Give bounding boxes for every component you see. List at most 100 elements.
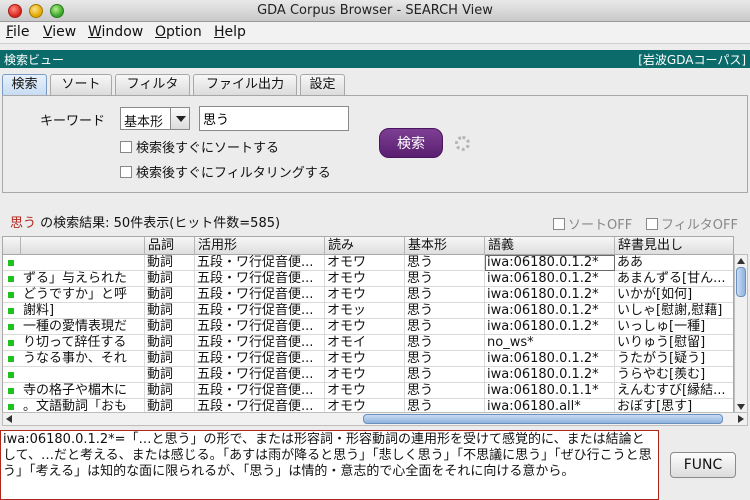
- column-header-pos[interactable]: 品詞: [145, 237, 195, 255]
- cell-sense[interactable]: iwa:06180.0.1.2*: [485, 367, 615, 383]
- column-header-context[interactable]: [21, 237, 145, 255]
- cell-pos[interactable]: 動詞: [145, 367, 195, 383]
- cell-pos[interactable]: 動詞: [145, 287, 195, 303]
- menu-option[interactable]: Option: [155, 24, 202, 40]
- cell-conjugation[interactable]: 五段・ワ行促音便...: [195, 319, 325, 335]
- cell-reading[interactable]: オモウ: [325, 367, 405, 383]
- cell-reading[interactable]: オモウ: [325, 351, 405, 367]
- table-row[interactable]: 一種の愛情表現だ 動詞 五段・ワ行促音便... オモウ 思う iwa:06180.0.1.…: [3, 319, 733, 335]
- cell-sense[interactable]: iwa:06180.0.1.2*: [485, 351, 615, 367]
- vertical-scroll-thumb[interactable]: [736, 267, 746, 297]
- cell-reading[interactable]: オモッ: [325, 303, 405, 319]
- cell-context[interactable]: 一種の愛情表現だ: [21, 319, 145, 335]
- cell-pos[interactable]: 動詞: [145, 319, 195, 335]
- cell-conjugation[interactable]: 五段・ワ行促音便...: [195, 351, 325, 367]
- column-header-base-form[interactable]: 基本形: [405, 237, 485, 255]
- cell-base-form[interactable]: 思う: [405, 351, 485, 367]
- cell-base-form[interactable]: 思う: [405, 303, 485, 319]
- cell-sense[interactable]: iwa:06180.0.1.2*: [485, 319, 615, 335]
- cell-sense[interactable]: iwa:06180.0.1.2*: [485, 287, 615, 303]
- cell-context[interactable]: どうですか」と呼: [21, 287, 145, 303]
- match-mode-select[interactable]: 基本形: [120, 107, 190, 130]
- scroll-right-icon[interactable]: [738, 415, 744, 423]
- scroll-down-icon[interactable]: [737, 404, 745, 410]
- scroll-up-icon[interactable]: [737, 258, 745, 264]
- cell-dict-entry[interactable]: うたがう[疑う]: [615, 351, 733, 367]
- horizontal-scrollbar[interactable]: [2, 412, 748, 426]
- menu-file[interactable]: File: [6, 24, 29, 40]
- cell-base-form[interactable]: 思う: [405, 335, 485, 351]
- cell-base-form[interactable]: 思う: [405, 255, 485, 271]
- table-row[interactable]: うなる事か、それ 動詞 五段・ワ行促音便... オモウ 思う iwa:06180.0.1.…: [3, 351, 733, 367]
- cell-sense[interactable]: iwa:06180.0.1.1*: [485, 383, 615, 399]
- cell-sense[interactable]: iwa:06180.0.1.2*: [485, 271, 615, 287]
- tab-settings[interactable]: 設定: [300, 74, 345, 95]
- cell-dict-entry[interactable]: ああ: [615, 255, 733, 271]
- cell-reading[interactable]: オモウ: [325, 271, 405, 287]
- tab-search[interactable]: 検索: [2, 74, 47, 95]
- table-row[interactable]: り切って辞任する 動詞 五段・ワ行促音便... オモイ 思う no_ws* いりゅう[慰留]: [3, 335, 733, 351]
- horizontal-scroll-thumb[interactable]: [363, 414, 723, 424]
- cell-pos[interactable]: 動詞: [145, 335, 195, 351]
- cell-pos[interactable]: 動詞: [145, 303, 195, 319]
- cell-dict-entry[interactable]: あまんずる[甘ん...: [615, 271, 733, 287]
- tab-filter[interactable]: フィルタ: [115, 74, 190, 95]
- cell-base-form[interactable]: 思う: [405, 287, 485, 303]
- keyword-input[interactable]: [199, 106, 349, 131]
- cell-reading[interactable]: オモウ: [325, 287, 405, 303]
- cell-base-form[interactable]: 思う: [405, 383, 485, 399]
- column-header-dict-entry[interactable]: 辞書見出し: [615, 237, 733, 255]
- tab-file-output[interactable]: ファイル出力: [193, 74, 297, 95]
- cell-reading[interactable]: オモウ: [325, 319, 405, 335]
- cell-base-form[interactable]: 思う: [405, 271, 485, 287]
- cell-sense[interactable]: iwa:06180.0.1.2*: [485, 255, 615, 271]
- cell-conjugation[interactable]: 五段・ワ行促音便...: [195, 303, 325, 319]
- sort-off-checkbox[interactable]: ソートOFF: [553, 214, 632, 233]
- cell-conjugation[interactable]: 五段・ワ行促音便...: [195, 255, 325, 271]
- cell-context[interactable]: ずる」与えられた: [21, 271, 145, 287]
- cell-dict-entry[interactable]: いっしゅ[一種]: [615, 319, 733, 335]
- sort-after-search-checkbox[interactable]: 検索後すぐにソートする: [120, 137, 279, 156]
- table-row[interactable]: 動詞 五段・ワ行促音便... オモワ 思う iwa:06180.0.1.2* ああ: [3, 255, 733, 271]
- table-row[interactable]: 寺の格子や楣木に 動詞 五段・ワ行促音便... オモウ 思う iwa:06180.0.1.…: [3, 383, 733, 399]
- cell-context[interactable]: [21, 367, 145, 383]
- table-row[interactable]: 動詞 五段・ワ行促音便... オモウ 思う iwa:06180.0.1.2* うらやむ[羨…: [3, 367, 733, 383]
- menu-window[interactable]: Window: [88, 24, 143, 40]
- cell-context[interactable]: うなる事か、それ: [21, 351, 145, 367]
- cell-reading[interactable]: オモワ: [325, 255, 405, 271]
- cell-context[interactable]: 寺の格子や楣木に: [21, 383, 145, 399]
- filter-after-search-checkbox[interactable]: 検索後すぐにフィルタリングする: [120, 162, 331, 181]
- cell-context[interactable]: [21, 255, 145, 271]
- column-header-sense[interactable]: 語義: [485, 237, 615, 255]
- cell-dict-entry[interactable]: いりゅう[慰留]: [615, 335, 733, 351]
- func-button[interactable]: FUNC: [670, 452, 736, 478]
- table-row[interactable]: 謝料] 動詞 五段・ワ行促音便... オモッ 思う iwa:06180.0.1.2* いしゃ…: [3, 303, 733, 319]
- cell-dict-entry[interactable]: うらやむ[羨む]: [615, 367, 733, 383]
- cell-conjugation[interactable]: 五段・ワ行促音便...: [195, 383, 325, 399]
- scroll-left-icon[interactable]: [6, 415, 12, 423]
- menu-view[interactable]: View: [43, 24, 76, 40]
- cell-reading[interactable]: オモイ: [325, 335, 405, 351]
- cell-pos[interactable]: 動詞: [145, 383, 195, 399]
- search-button[interactable]: 検索: [379, 128, 443, 158]
- table-row[interactable]: どうですか」と呼 動詞 五段・ワ行促音便... オモウ 思う iwa:06180.0.1.…: [3, 287, 733, 303]
- filter-off-checkbox[interactable]: フィルタOFF: [646, 214, 738, 233]
- cell-dict-entry[interactable]: いかが[如何]: [615, 287, 733, 303]
- menu-help[interactable]: Help: [214, 24, 246, 40]
- cell-reading[interactable]: オモウ: [325, 383, 405, 399]
- cell-conjugation[interactable]: 五段・ワ行促音便...: [195, 367, 325, 383]
- cell-conjugation[interactable]: 五段・ワ行促音便...: [195, 335, 325, 351]
- cell-base-form[interactable]: 思う: [405, 367, 485, 383]
- cell-sense[interactable]: iwa:06180.0.1.2*: [485, 303, 615, 319]
- table-row[interactable]: ずる」与えられた 動詞 五段・ワ行促音便... オモウ 思う iwa:06180.0.1.…: [3, 271, 733, 287]
- tab-sort[interactable]: ソート: [50, 74, 112, 95]
- column-header-mark[interactable]: [3, 237, 21, 255]
- cell-context[interactable]: り切って辞任する: [21, 335, 145, 351]
- column-header-reading[interactable]: 読み: [325, 237, 405, 255]
- cell-pos[interactable]: 動詞: [145, 351, 195, 367]
- cell-context[interactable]: 謝料]: [21, 303, 145, 319]
- cell-dict-entry[interactable]: えんむすび[縁結...: [615, 383, 733, 399]
- cell-pos[interactable]: 動詞: [145, 271, 195, 287]
- cell-sense[interactable]: no_ws*: [485, 335, 615, 351]
- cell-pos[interactable]: 動詞: [145, 255, 195, 271]
